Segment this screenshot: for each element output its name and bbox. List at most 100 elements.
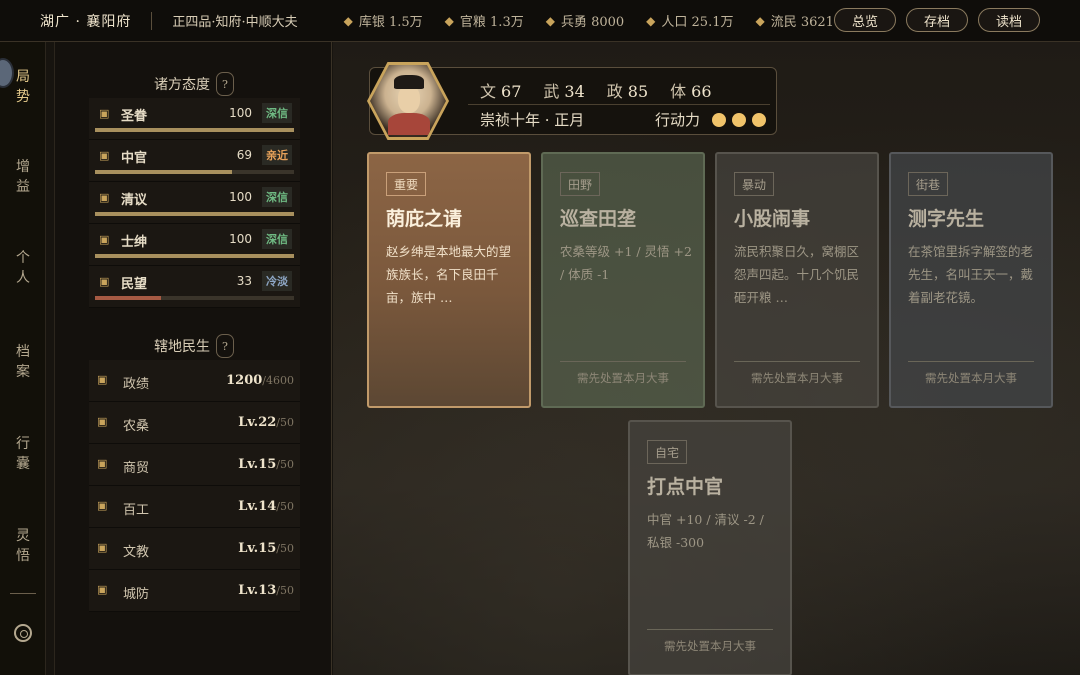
stat-physique: 体 66 <box>670 82 712 101</box>
nav-item-insight[interactable]: 灵悟 <box>0 526 46 566</box>
livelihood-name: 百工 <box>123 503 150 518</box>
attitude-value: 100 <box>229 190 252 204</box>
nav-item-buffs[interactable]: 增益 <box>0 157 46 197</box>
settings-icon[interactable] <box>14 624 32 642</box>
card-description: 赵乡绅是本地最大的望族族长，名下良田千亩，族中 … <box>386 244 512 305</box>
attitude-tag: 深信 <box>262 103 292 123</box>
nav-item-personal[interactable]: 个人 <box>0 248 46 288</box>
load-button[interactable]: 读档 <box>978 8 1040 32</box>
action-point-dot <box>752 112 767 127</box>
stat-martial: 武 34 <box>543 82 585 101</box>
farming-icon: ▣ <box>97 415 108 428</box>
attitude-row[interactable]: ▣ 圣眷 100 深信 <box>89 98 300 140</box>
stat-refugees: ◆ 流民 3621 <box>755 13 834 31</box>
attitude-name: 民望 <box>121 277 148 292</box>
event-card[interactable]: 重要 荫庇之请 赵乡绅是本地最大的望族族长，名下良田千亩，族中 … <box>367 152 531 408</box>
livelihood-header: 辖地民生 ? <box>55 334 333 358</box>
overview-button[interactable]: 总览 <box>834 8 896 32</box>
nav-item-inventory[interactable]: 行囊 <box>0 434 46 474</box>
livelihood-help-button[interactable]: ? <box>216 334 234 358</box>
profile-panel: 文 67 武 34 政 85 体 66 崇祯十年 · 正月 行动力 <box>367 62 777 140</box>
portrait <box>370 65 446 137</box>
livelihood-row[interactable]: ▣ 政绩 1200/4600 <box>89 360 300 402</box>
attribute-stats: 文 67 武 34 政 85 体 66 <box>480 78 712 102</box>
livelihood-name: 城防 <box>123 587 150 602</box>
soldier-icon: ◆ <box>545 13 555 28</box>
portrait-frame[interactable] <box>367 62 449 140</box>
population-icon: ◆ <box>646 13 656 28</box>
livelihood-name: 农桑 <box>123 419 150 434</box>
livelihood-name: 商贸 <box>123 461 150 476</box>
attitude-bar <box>95 212 294 216</box>
livelihood-list: ▣ 政绩 1200/4600 ▣ 农桑 Lv.22/50 ▣ 商贸 Lv.15/50 ▣ 百工 Lv.… <box>89 360 300 612</box>
event-card[interactable]: 街巷 测字先生 在茶馆里拆字解签的老先生，名叫王天一，戴着副老花镜。 需先处置本月大事 <box>889 152 1053 408</box>
attitude-bar-fill <box>95 296 161 300</box>
card-divider <box>734 361 860 362</box>
livelihood-value: Lv.14/50 <box>238 499 294 514</box>
card-tag: 暴动 <box>734 172 775 196</box>
left-nav: 局势 增益 个人 档案 行囊 灵悟 <box>0 42 46 675</box>
attitude-row[interactable]: ▣ 士绅 100 深信 <box>89 224 300 266</box>
card-divider <box>560 361 686 362</box>
divider <box>151 11 153 30</box>
eunuch-icon: ▣ <box>99 149 110 162</box>
attitude-name: 圣眷 <box>121 109 148 124</box>
card-title: 小股闹事 <box>734 208 811 230</box>
profile-divider <box>468 104 770 105</box>
attitudes-list: ▣ 圣眷 100 深信 ▣ 中官 69 亲近 ▣ 清议 100 深信 ▣ 士绅 100 深信 ▣ 民望 33 冷淡 <box>89 98 300 308</box>
attitude-tag: 深信 <box>262 187 292 207</box>
card-description: 在茶馆里拆字解签的老先生，名叫王天一，戴着副老花镜。 <box>908 244 1034 305</box>
livelihood-value: Lv.15/50 <box>238 457 294 472</box>
card-description: 流民积聚日久，窝棚区怨声四起。十几个饥民砸开粮 … <box>734 244 860 305</box>
attitude-bar <box>95 254 294 258</box>
event-card[interactable]: 田野 巡查田垄 农桑等级 +1 / 灵悟 +2 / 体质 -1 需先处置本月大事 <box>541 152 705 408</box>
card-description: 中官 +10 / 清议 -2 / 私银 -300 <box>647 512 764 550</box>
trade-icon: ▣ <box>97 457 108 470</box>
attitude-value: 100 <box>229 106 252 120</box>
livelihood-row[interactable]: ▣ 商贸 Lv.15/50 <box>89 444 300 486</box>
event-card[interactable]: 自宅 打点中官 中官 +10 / 清议 -2 / 私银 -300 需先处置本月大事 <box>628 420 792 675</box>
attitude-bar <box>95 296 294 300</box>
card-title: 荫庇之请 <box>386 208 463 230</box>
stat-governance: 政 85 <box>606 82 649 101</box>
livelihood-row[interactable]: ▣ 百工 Lv.14/50 <box>89 486 300 528</box>
refugee-icon: ◆ <box>755 13 765 28</box>
card-footer: 需先处置本月大事 <box>925 371 1017 385</box>
attitude-tag: 亲近 <box>262 145 292 165</box>
stat-population: ◆ 人口 25.1万 <box>646 13 734 31</box>
livelihood-row[interactable]: ▣ 城防 Lv.13/50 <box>89 570 300 612</box>
location-title: 湖广 · 襄阳府 <box>40 13 132 30</box>
event-card[interactable]: 暴动小股闹事流民积聚日久，窝棚区怨声四起。十几个饥民砸开粮 … 需先处置本月大事 <box>715 152 879 408</box>
merit-icon: ▣ <box>97 373 108 386</box>
livelihood-row[interactable]: ▣ 农桑 Lv.22/50 <box>89 402 300 444</box>
attitude-value: 100 <box>229 232 252 246</box>
attitudes-help-button[interactable]: ? <box>216 72 234 96</box>
defense-icon: ▣ <box>97 583 108 596</box>
side-panel: 诸方态度 ? ▣ 圣眷 100 深信 ▣ 中官 69 亲近 ▣ 清议 100 深信 ▣ 士绅 100 深信 ▣ 民… <box>54 42 332 675</box>
stat-grain: ◆ 官粮 1.3万 <box>444 13 524 31</box>
attitude-name: 士绅 <box>121 235 148 250</box>
attitude-row[interactable]: ▣ 民望 33 冷淡 <box>89 266 300 308</box>
official-rank: 正四品·知府·中顺大夫 <box>172 15 298 30</box>
attitude-value: 69 <box>236 148 252 162</box>
nav-item-situation[interactable]: 局势 <box>0 67 46 107</box>
attitude-row[interactable]: ▣ 清议 100 深信 <box>89 182 300 224</box>
card-tag: 自宅 <box>647 440 688 464</box>
card-footer: 需先处置本月大事 <box>577 371 669 385</box>
livelihood-value: Lv.15/50 <box>238 541 294 556</box>
card-title: 测字先生 <box>908 208 985 230</box>
craft-icon: ▣ <box>97 499 108 512</box>
attitude-row[interactable]: ▣ 中官 69 亲近 <box>89 140 300 182</box>
card-tag: 田野 <box>560 172 601 196</box>
nav-item-records[interactable]: 档案 <box>0 342 46 382</box>
resource-stats: ◆ 库银 1.5万 ◆ 官粮 1.3万 ◆ 兵勇 8000 ◆ 人口 25.1万 ◆ 流民… <box>344 11 834 31</box>
action-points-label: 行动力 <box>655 111 701 129</box>
attitude-bar-fill <box>95 254 294 258</box>
card-title: 打点中官 <box>647 476 724 498</box>
card-footer: 需先处置本月大事 <box>751 371 843 385</box>
card-title: 巡查田垄 <box>560 208 637 230</box>
livelihood-row[interactable]: ▣ 文教 Lv.15/50 <box>89 528 300 570</box>
livelihood-name: 文教 <box>123 545 150 560</box>
save-button[interactable]: 存档 <box>906 8 968 32</box>
livelihood-value: Lv.22/50 <box>238 415 294 430</box>
